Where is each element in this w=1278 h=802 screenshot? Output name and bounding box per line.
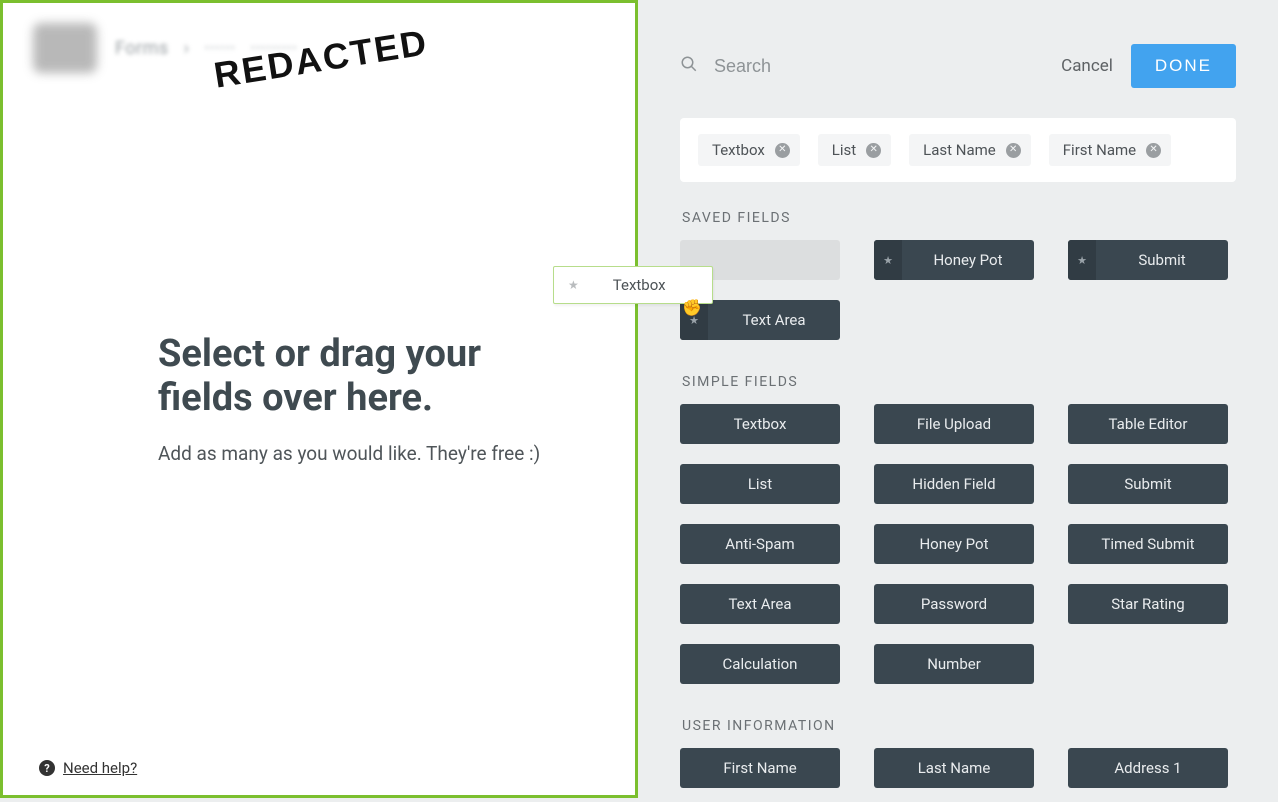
field-button-label: Hidden Field: [912, 475, 995, 493]
field-button-label: Text Area: [742, 311, 805, 329]
app-logo: [33, 23, 97, 73]
saved-fields-section: SAVED FIELDS ★ Honey Pot ★ Submit ★ Text Area: [680, 210, 1236, 340]
field-button-label: Number: [927, 655, 981, 673]
field-button-label: Textbox: [734, 415, 787, 433]
field-button[interactable]: Star Rating: [1068, 584, 1228, 624]
done-button[interactable]: DONE: [1131, 44, 1236, 88]
field-button[interactable]: ★ Honey Pot: [874, 240, 1034, 280]
field-button-label: Last Name: [918, 759, 991, 777]
star-icon: ★: [874, 240, 902, 280]
dropzone-title-line1: Select or drag your: [158, 332, 481, 376]
simple-fields-section: SIMPLE FIELDS Textbox File Upload Table Ed…: [680, 374, 1236, 684]
remove-tag-icon[interactable]: ✕: [866, 143, 881, 158]
section-title-userinfo: USER INFORMATION: [682, 718, 1236, 734]
remove-tag-icon[interactable]: ✕: [775, 143, 790, 158]
dropzone-title-line2: fields over here.: [158, 376, 433, 420]
field-button[interactable]: Honey Pot: [874, 524, 1034, 564]
star-icon: ★: [1068, 240, 1096, 280]
field-button-label: Star Rating: [1111, 595, 1184, 613]
help-icon: ?: [39, 760, 55, 776]
tag-label: Last Name: [923, 141, 996, 159]
selected-fields-box: Textbox ✕ List ✕ Last Name ✕ First Name ✕: [680, 118, 1236, 182]
field-button-label: List: [748, 475, 772, 493]
field-button[interactable]: File Upload: [874, 404, 1034, 444]
field-button[interactable]: Anti-Spam: [680, 524, 840, 564]
field-button[interactable]: Timed Submit: [1068, 524, 1228, 564]
search-icon: [680, 55, 698, 77]
star-icon: ★: [680, 300, 708, 340]
remove-tag-icon[interactable]: ✕: [1146, 143, 1161, 158]
section-title-simple: SIMPLE FIELDS: [682, 374, 1236, 390]
selected-tag: List ✕: [818, 134, 891, 166]
tag-label: First Name: [1063, 141, 1136, 159]
field-button[interactable]: Submit: [1068, 464, 1228, 504]
help-link[interactable]: ? Need help?: [39, 759, 137, 777]
field-button-label: Honey Pot: [933, 251, 1002, 269]
cancel-button[interactable]: Cancel: [1061, 56, 1113, 76]
remove-tag-icon[interactable]: ✕: [1006, 143, 1021, 158]
field-button[interactable]: Text Area: [680, 584, 840, 624]
dragging-field-label: Textbox: [613, 276, 666, 294]
dragging-field-ghost[interactable]: ★ Textbox: [553, 266, 713, 304]
search-input[interactable]: [714, 56, 974, 77]
star-icon: ★: [568, 278, 579, 292]
tag-label: List: [832, 141, 856, 159]
field-button[interactable]: List: [680, 464, 840, 504]
section-title-saved: SAVED FIELDS: [682, 210, 1236, 226]
field-button[interactable]: Calculation: [680, 644, 840, 684]
field-button[interactable]: First Name: [680, 748, 840, 788]
field-button-label: Address 1: [1114, 759, 1181, 777]
selected-tag: Textbox ✕: [698, 134, 800, 166]
dropzone-message: Select or drag your fields over here. Ad…: [158, 333, 575, 465]
field-button-label: File Upload: [917, 415, 991, 433]
help-label[interactable]: Need help?: [63, 759, 137, 777]
field-button-label: Timed Submit: [1101, 535, 1194, 553]
field-button-label: First Name: [723, 759, 796, 777]
field-button[interactable]: Table Editor: [1068, 404, 1228, 444]
selected-tag: First Name ✕: [1049, 134, 1171, 166]
field-button-label: Calculation: [723, 655, 798, 673]
field-palette: Cancel DONE Textbox✕List✕Last Name✕First…: [638, 0, 1278, 802]
dropzone-subtitle: Add as many as you would like. They're f…: [158, 442, 575, 465]
tag-label: Textbox: [712, 141, 765, 159]
field-button[interactable]: Textbox: [680, 404, 840, 444]
field-button-label: Submit: [1138, 251, 1185, 269]
field-button[interactable]: Last Name: [874, 748, 1034, 788]
field-button[interactable]: Hidden Field: [874, 464, 1034, 504]
selected-tag: Last Name ✕: [909, 134, 1031, 166]
field-button[interactable]: ★ Submit: [1068, 240, 1228, 280]
field-button-label: Submit: [1124, 475, 1171, 493]
form-canvas[interactable]: Forms › ······ ········· REDACTED Select…: [0, 0, 638, 798]
field-button[interactable]: ★ Text Area: [680, 300, 840, 340]
field-button-label: Honey Pot: [919, 535, 988, 553]
field-button-label: Password: [921, 595, 987, 613]
field-button-label: Table Editor: [1109, 415, 1188, 433]
user-info-section: USER INFORMATION First Name Last Name Addr…: [680, 718, 1236, 788]
field-button[interactable]: Number: [874, 644, 1034, 684]
field-button[interactable]: Address 1: [1068, 748, 1228, 788]
field-button-label: Text Area: [728, 595, 791, 613]
field-button[interactable]: Password: [874, 584, 1034, 624]
field-button-label: Anti-Spam: [725, 535, 794, 553]
